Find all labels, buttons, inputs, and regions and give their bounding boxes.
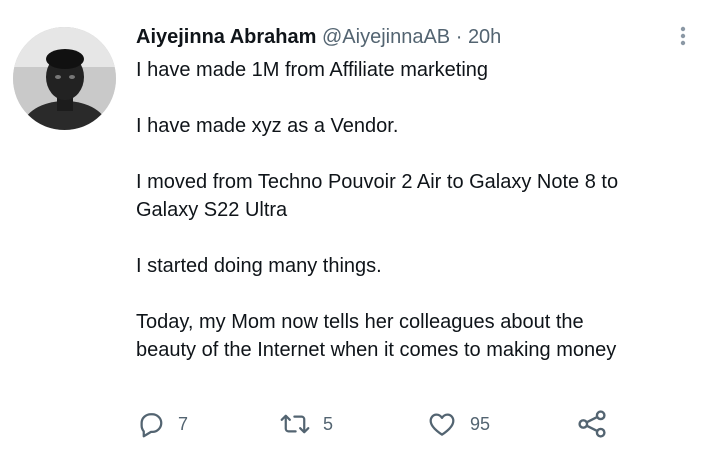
tweet-line: Today, my Mom now tells her colleagues a…	[136, 311, 584, 333]
reply-button[interactable]: 7	[136, 406, 188, 442]
tweet-line: beauty of the Internet when it comes to …	[136, 339, 617, 361]
tweet-card[interactable]: Aiyejinna Abraham @AiyejinnaAB · 20h I h…	[0, 0, 701, 450]
tweet-actions: 7 5 95	[136, 406, 616, 442]
share-button[interactable]	[576, 406, 608, 442]
like-button[interactable]: 95	[426, 406, 490, 442]
tweet-line: Galaxy S22 Ultra	[136, 199, 288, 221]
author-handle[interactable]: @AiyejinnaAB	[322, 26, 450, 48]
more-icon[interactable]	[676, 24, 690, 50]
heart-icon	[426, 409, 458, 439]
retweet-button[interactable]: 5	[279, 406, 333, 442]
tweet-line: I started doing many things.	[136, 255, 382, 277]
retweet-count: 5	[323, 413, 334, 434]
tweet-text: I have made 1M from Affiliate marketing …	[136, 56, 696, 364]
avatar-photo	[13, 27, 116, 130]
tweet-header: Aiyejinna Abraham @AiyejinnaAB · 20h	[136, 24, 501, 50]
avatar[interactable]	[13, 27, 116, 130]
tweet-line: I moved from Techno Pouvoir 2 Air to Gal…	[136, 171, 619, 193]
author-name[interactable]: Aiyejinna Abraham	[136, 26, 316, 48]
like-count: 95	[470, 413, 491, 434]
tweet-line: I have made 1M from Affiliate marketing	[136, 59, 489, 81]
tweet-line: I have made xyz as a Vendor.	[136, 115, 399, 137]
reply-icon	[136, 409, 166, 439]
share-icon	[576, 408, 608, 440]
separator: ·	[455, 26, 463, 48]
retweet-icon	[279, 409, 311, 439]
timestamp[interactable]: 20h	[468, 26, 501, 48]
reply-count: 7	[178, 413, 189, 434]
